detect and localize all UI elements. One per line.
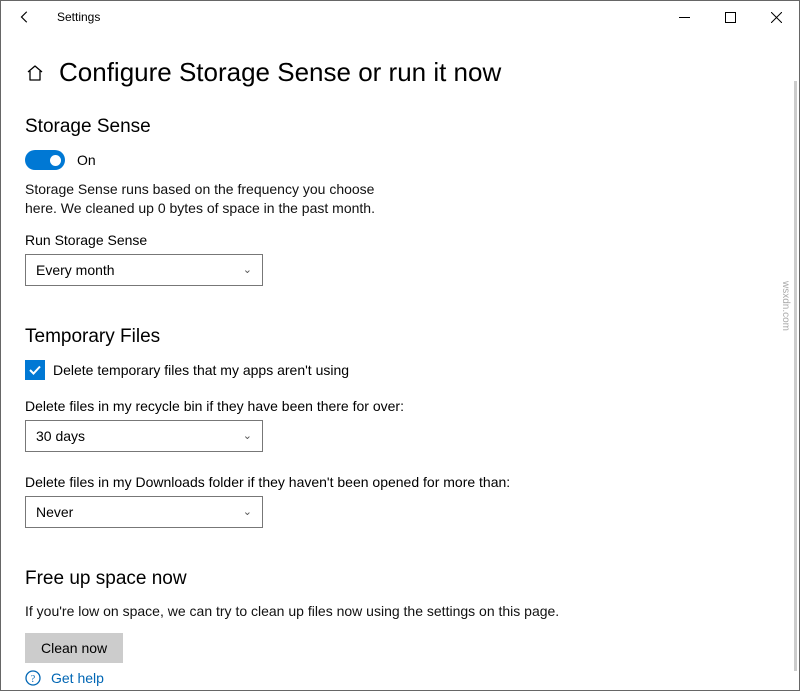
- checkmark-icon: [28, 363, 42, 377]
- titlebar: Settings: [1, 1, 799, 33]
- storage-sense-description: Storage Sense runs based on the frequenc…: [25, 180, 395, 218]
- downloads-label: Delete files in my Downloads folder if t…: [25, 474, 775, 490]
- chevron-down-icon: ⌄: [243, 505, 252, 518]
- maximize-icon: [725, 12, 736, 23]
- temporary-files-heading: Temporary Files: [25, 326, 775, 348]
- clean-now-button[interactable]: Clean now: [25, 633, 123, 663]
- svg-text:?: ?: [31, 674, 36, 685]
- run-storage-label: Run Storage Sense: [25, 232, 775, 248]
- chevron-down-icon: ⌄: [243, 429, 252, 442]
- recycle-bin-value: 30 days: [36, 428, 85, 444]
- free-up-heading: Free up space now: [25, 568, 775, 590]
- content: Configure Storage Sense or run it now St…: [1, 33, 799, 663]
- scrollbar[interactable]: [794, 81, 797, 671]
- chevron-down-icon: ⌄: [243, 263, 252, 276]
- maximize-button[interactable]: [707, 1, 753, 33]
- downloads-value: Never: [36, 504, 73, 520]
- close-icon: [771, 12, 782, 23]
- minimize-button[interactable]: [661, 1, 707, 33]
- window-controls: [661, 1, 799, 33]
- delete-temp-label: Delete temporary files that my apps aren…: [53, 362, 349, 378]
- help-icon: ?: [25, 670, 41, 686]
- storage-sense-toggle-row: On: [25, 150, 775, 170]
- temporary-files-section: Temporary Files Delete temporary files t…: [25, 326, 775, 528]
- downloads-dropdown[interactable]: Never ⌄: [25, 496, 263, 528]
- watermark: wsxdn.com: [780, 281, 791, 331]
- storage-sense-heading: Storage Sense: [25, 116, 775, 138]
- recycle-bin-field: Delete files in my recycle bin if they h…: [25, 398, 775, 452]
- recycle-bin-label: Delete files in my recycle bin if they h…: [25, 398, 775, 414]
- delete-temp-checkbox[interactable]: [25, 360, 45, 380]
- run-storage-value: Every month: [36, 262, 115, 278]
- free-up-section: Free up space now If you're low on space…: [25, 568, 775, 663]
- storage-sense-toggle[interactable]: [25, 150, 65, 170]
- run-storage-dropdown[interactable]: Every month ⌄: [25, 254, 263, 286]
- arrow-left-icon: [18, 10, 32, 24]
- home-icon[interactable]: [25, 63, 45, 83]
- page-title: Configure Storage Sense or run it now: [59, 57, 501, 88]
- page-header: Configure Storage Sense or run it now: [25, 57, 775, 88]
- recycle-bin-dropdown[interactable]: 30 days ⌄: [25, 420, 263, 452]
- minimize-icon: [679, 12, 690, 23]
- window-title: Settings: [57, 10, 100, 24]
- storage-sense-toggle-label: On: [77, 152, 96, 168]
- get-help-link[interactable]: Get help: [51, 670, 104, 686]
- close-button[interactable]: [753, 1, 799, 33]
- storage-sense-section: Storage Sense On Storage Sense runs base…: [25, 116, 775, 286]
- back-button[interactable]: [9, 1, 41, 33]
- help-row: ? Get help: [25, 670, 104, 686]
- free-up-description: If you're low on space, we can try to cl…: [25, 602, 625, 621]
- downloads-field: Delete files in my Downloads folder if t…: [25, 474, 775, 528]
- delete-temp-row: Delete temporary files that my apps aren…: [25, 360, 775, 380]
